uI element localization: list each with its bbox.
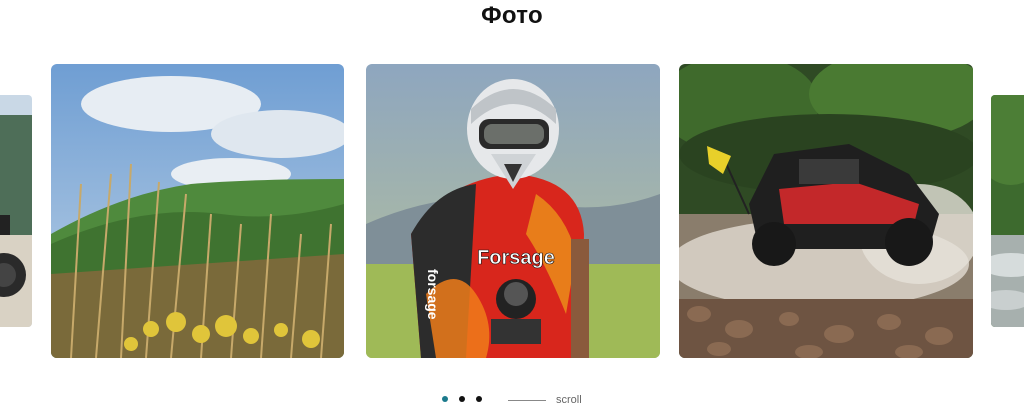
jersey-brand-text: Forsage: [477, 247, 555, 269]
gallery-photo-rider-helmet[interactable]: Forsage forsage: [366, 64, 660, 358]
gallery-photo-prev[interactable]: [0, 95, 32, 327]
gallery-photo-next[interactable]: [991, 95, 1024, 327]
gallery-photo-mountain-grass[interactable]: [51, 64, 344, 358]
scroll-indicator-line: [508, 400, 546, 401]
pagination-dot-2[interactable]: [459, 396, 465, 402]
gallery-photo-buggy-splash[interactable]: [679, 64, 973, 358]
pagination-dot-3[interactable]: [476, 396, 482, 402]
section-title: Фото: [481, 2, 543, 29]
jersey-side-text: forsage: [425, 269, 441, 320]
scroll-label: scroll: [556, 394, 582, 406]
pagination-dot-1[interactable]: [442, 396, 448, 402]
